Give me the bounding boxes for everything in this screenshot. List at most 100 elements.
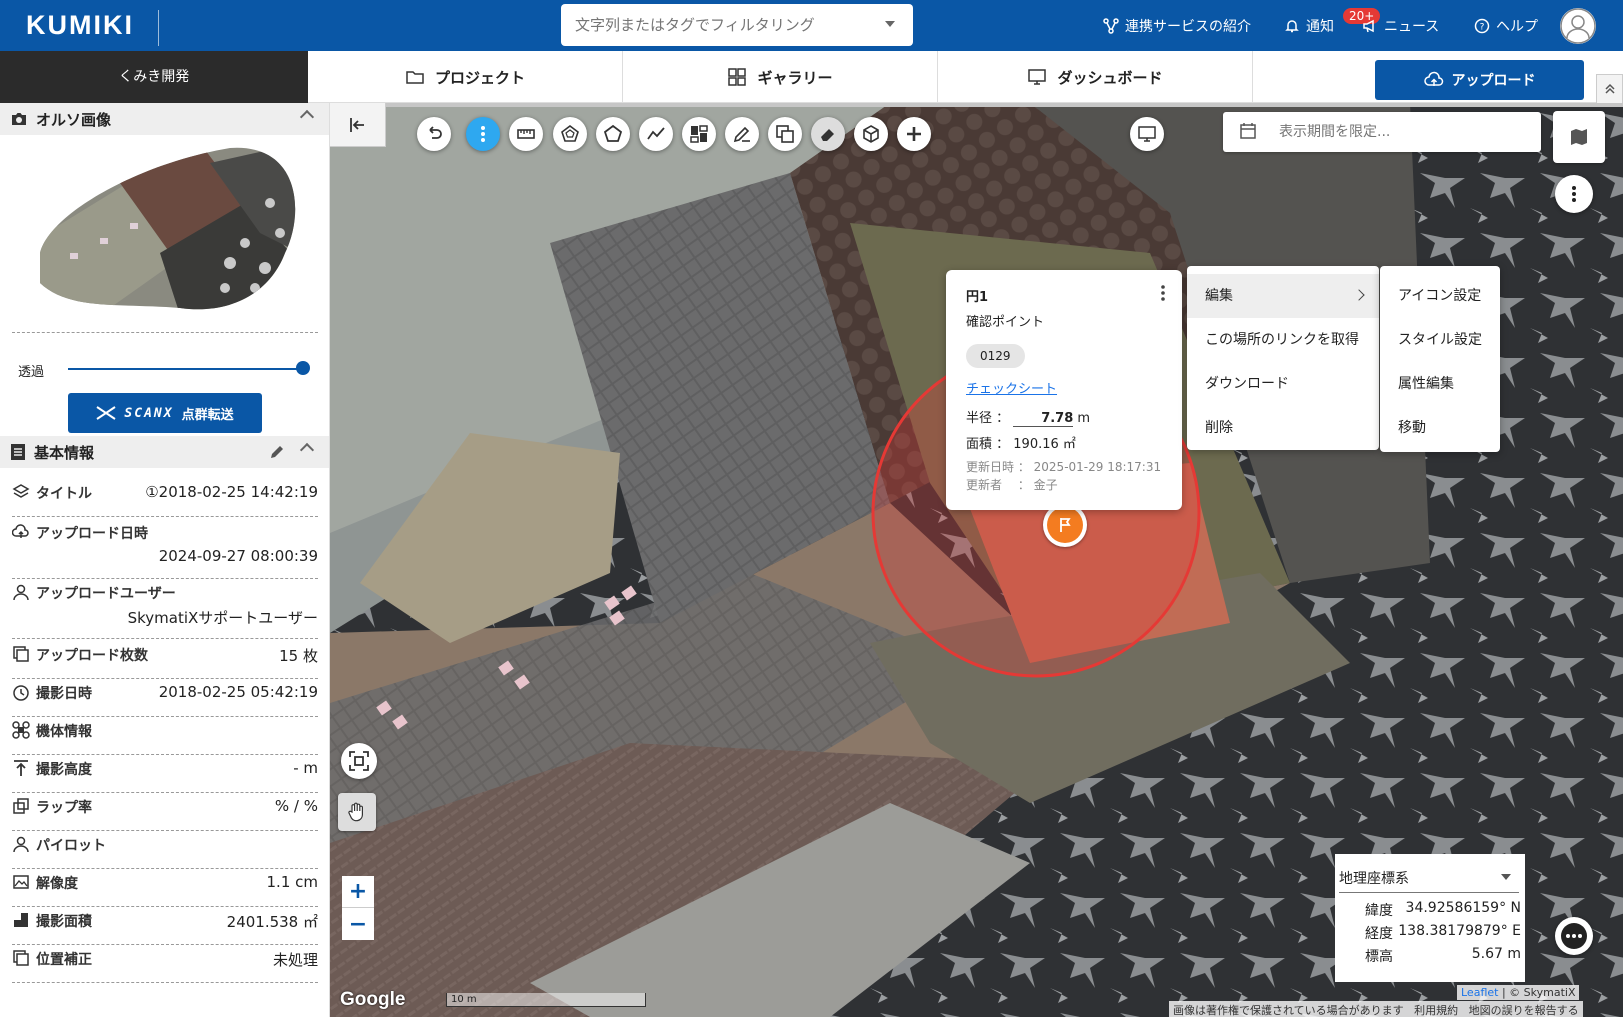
radius-input[interactable]: 7.78 <box>1013 411 1074 427</box>
chat-button[interactable] <box>1555 917 1593 955</box>
more-vertical-icon[interactable] <box>1158 284 1168 302</box>
area-tool-button[interactable] <box>553 117 587 151</box>
info-row: アップロード枚数 15 枚 <box>12 645 318 679</box>
ruler-tool-button[interactable] <box>509 117 543 151</box>
menu-item-edit[interactable]: 編集 <box>1187 274 1379 318</box>
zoom-out-button[interactable]: − <box>342 908 374 940</box>
menu-item-download[interactable]: ダウンロード <box>1187 362 1379 406</box>
coordinate-system-select[interactable]: 地理座標系 <box>1339 868 1409 888</box>
coordinate-divider <box>1339 892 1519 893</box>
menu-item-get-link[interactable]: この場所のリンクを取得 <box>1187 318 1379 362</box>
correction-icon <box>13 950 29 966</box>
scanx-transfer-button[interactable]: SCANX 点群転送 <box>68 393 262 433</box>
eraser-icon <box>821 129 834 141</box>
eraser-tool-button[interactable] <box>811 117 845 151</box>
map-menu-button[interactable] <box>1555 175 1593 213</box>
map-view[interactable]: 円1 確認ポイント 0129 チェックシート 半径 ： 7.78 m 面積 ： … <box>330 103 1623 1017</box>
avatar[interactable] <box>1560 8 1596 44</box>
pilot-icon <box>13 836 29 853</box>
display-toggle-button[interactable] <box>1130 117 1164 151</box>
feature-context-menu: 編集 この場所のリンクを取得 ダウンロード 削除 <box>1187 266 1379 450</box>
upload-label: アップロード <box>1451 73 1536 89</box>
3d-tool-button[interactable] <box>854 117 888 151</box>
zoom-in-button[interactable]: + <box>342 876 374 908</box>
transparency-slider-handle[interactable] <box>296 361 310 375</box>
coordinate-panel: 地理座標系 緯度 34.92586159° N 経度 138.38179879° E… <box>1335 854 1525 982</box>
altitude-icon <box>14 760 28 776</box>
help-link[interactable]: ? ヘルプ <box>1474 16 1538 36</box>
basic-info-section-header[interactable]: 基本情報 <box>0 436 329 468</box>
main-nav: くみき開発 プロジェクト ギャラリー ダッシュボード アップロード <box>0 51 1623 104</box>
submenu-item-style[interactable]: スタイル設定 <box>1380 318 1500 362</box>
overlap-icon <box>13 798 29 814</box>
chevron-down-icon[interactable] <box>1501 874 1511 880</box>
upload-button[interactable]: アップロード <box>1375 60 1584 100</box>
info-row: ラップ率 % / % <box>12 797 318 831</box>
info-value: 2024-09-27 08:00:39 <box>158 547 318 565</box>
info-panel: オルソ画像 透過 SCANX 点群転送 基本情報 タイトル ①2018-02-25… <box>0 103 330 1017</box>
attribution-text: | © SkymatiX <box>1501 986 1576 999</box>
info-value: 2018-02-25 05:42:19 <box>158 683 318 701</box>
tab-project[interactable]: プロジェクト <box>308 51 623 103</box>
info-row: 機体情報 <box>12 721 318 755</box>
info-row: パイロット <box>12 835 318 869</box>
collapse-header-button[interactable] <box>1596 74 1623 104</box>
ortho-section-header[interactable]: オルソ画像 <box>0 103 329 135</box>
svg-text:?: ? <box>1480 23 1485 33</box>
edit-tool-button[interactable] <box>725 117 759 151</box>
ortho-thumbnail[interactable] <box>30 143 300 315</box>
copy-tool-button[interactable] <box>768 117 802 151</box>
scanx-logo-icon <box>96 406 116 420</box>
terms-link[interactable]: 利用規約 <box>1414 1004 1458 1017</box>
polygon-tool-button[interactable] <box>596 117 630 151</box>
chevron-down-icon[interactable] <box>885 21 895 27</box>
transparency-slider-track[interactable] <box>68 368 305 370</box>
date-range-input[interactable] <box>1279 112 1529 152</box>
more-vertical-icon <box>1572 186 1576 202</box>
undo-tool-button[interactable] <box>417 117 451 151</box>
pencil-icon[interactable] <box>268 443 286 461</box>
feature-popup: 円1 確認ポイント 0129 チェックシート 半径 ： 7.78 m 面積 ： … <box>946 270 1182 510</box>
layers-panel-button[interactable] <box>1553 111 1605 163</box>
cloud-upload-icon <box>12 524 29 538</box>
filter-search-input[interactable] <box>561 4 871 46</box>
feature-tag[interactable]: 0129 <box>966 344 1025 368</box>
tab-dashboard[interactable]: ダッシュボード <box>938 51 1253 103</box>
collapse-left-icon <box>349 117 364 132</box>
info-value: SkymatiXサポートユーザー <box>127 609 318 627</box>
layout-tool-button[interactable] <box>682 117 716 151</box>
chevron-up-icon[interactable] <box>299 442 315 458</box>
services-link[interactable]: 連携サービスの紹介 <box>1103 16 1251 36</box>
info-label: タイトル <box>36 486 92 502</box>
report-error-link[interactable]: 地図の誤りを報告する <box>1469 1004 1579 1017</box>
notifications-link[interactable]: 通知 <box>1284 16 1334 36</box>
menu-item-delete[interactable]: 削除 <box>1187 406 1379 450</box>
news-link[interactable]: ニュース <box>1362 16 1439 36</box>
monitor-icon <box>1028 69 1047 85</box>
submenu-item-icon[interactable]: アイコン設定 <box>1380 274 1500 318</box>
checksheet-link[interactable]: チェックシート <box>966 378 1162 397</box>
info-row: 撮影高度 - m <box>12 759 318 793</box>
ortho-title: オルソ画像 <box>36 110 112 129</box>
info-row: 撮影面積 2401.538 ㎡ <box>12 911 318 945</box>
updater-value: 金子 <box>1033 478 1058 492</box>
submenu-item-attributes[interactable]: 属性編集 <box>1380 362 1500 406</box>
pan-tool-button[interactable] <box>338 793 376 831</box>
project-title[interactable]: くみき開発 <box>0 51 308 103</box>
line-tool-button[interactable] <box>639 117 673 151</box>
more-vertical-icon <box>481 126 485 142</box>
tab-gallery[interactable]: ギャラリー <box>623 51 938 103</box>
drone-icon <box>12 721 30 739</box>
chevron-up-icon[interactable] <box>299 109 315 125</box>
collapse-panel-button[interactable] <box>330 103 386 147</box>
submenu-item-move[interactable]: 移動 <box>1380 406 1500 450</box>
scanx-label: 点群転送 <box>181 407 234 423</box>
point-tool-button[interactable] <box>466 117 500 151</box>
filter-search[interactable] <box>561 4 913 46</box>
fit-view-button[interactable] <box>341 743 377 779</box>
add-tool-button[interactable] <box>897 117 931 151</box>
date-range-filter[interactable] <box>1223 112 1541 152</box>
leaflet-link[interactable]: Leaflet <box>1461 986 1498 999</box>
tab-label: ギャラリー <box>757 68 833 87</box>
app-logo[interactable]: KUMIKI <box>26 10 134 41</box>
